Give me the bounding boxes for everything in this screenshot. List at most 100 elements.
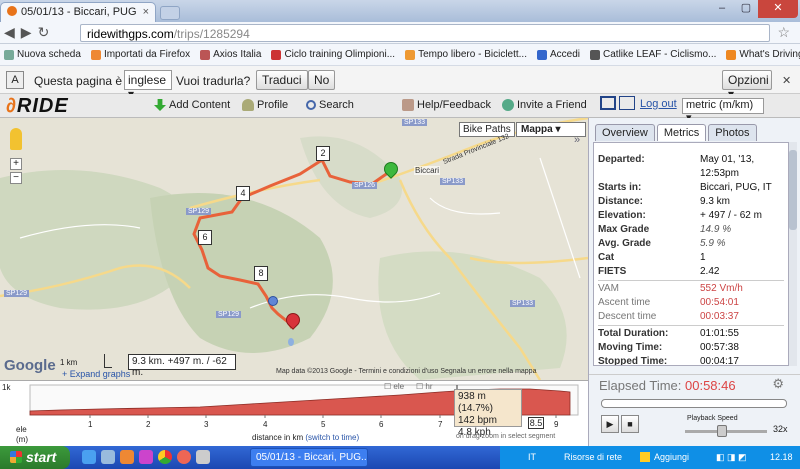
stat-row: Departed: May 01, '13, [598,153,784,167]
ride-logo[interactable]: ∂RIDE [6,95,69,118]
stat-label: Total Duration: [598,328,669,339]
ie-icon[interactable] [82,450,96,464]
tooltip-elevation: 938 m (14.7%) [458,391,494,414]
stats-scrollbar[interactable] [789,142,797,366]
collapse-panel-icon[interactable]: » [574,134,580,146]
favicon-icon [7,6,17,16]
taskbar-window-button[interactable]: 05/01/13 - Biccari, PUG... [250,448,368,467]
bookmark-item[interactable]: Accedi [537,49,580,60]
clock[interactable]: 12.18 [770,452,793,462]
play-button[interactable]: ▶ [601,415,619,433]
app-icon[interactable] [139,450,153,464]
translate-bar: A Questa pagina è in inglese ▾ Vuoi trad… [0,66,800,101]
bookmarks-bar: Nuova scheda Importati da Firefox Axios It… [0,44,800,66]
invite-friend-button[interactable]: Invite a Friend [502,99,587,111]
bookmark-star-icon[interactable]: ☆ [777,24,790,41]
tab-overview[interactable]: Overview [595,124,655,141]
legend-hr[interactable]: ☐ hr [416,382,433,391]
media-icon[interactable] [120,450,134,464]
expand-graphs-link[interactable]: + Expand graphs [62,369,130,379]
metrics-panel: Overview Metrics Photos Departed: May 01,… [588,118,800,446]
bookmark-item[interactable]: Axios Italia [200,49,261,60]
search-label: Search [319,99,354,111]
playback-position-icon [268,296,278,306]
update-icon[interactable] [640,452,650,462]
tab-photos[interactable]: Photos [708,124,757,141]
playback-progress-bar[interactable] [601,399,787,408]
stat-label: Departed: [598,154,645,165]
minimize-button[interactable]: – [710,0,734,18]
drag-hint: on drag zoom in select segment [456,433,556,440]
y-axis-unit: (m) [16,435,28,444]
reload-icon[interactable]: ↻ [38,24,50,41]
language-indicator[interactable]: IT [528,452,536,462]
profile-button[interactable]: Profile [242,99,288,111]
url-input[interactable]: ridewithgps.com/trips/1285294 [80,24,770,42]
stat-label [598,167,700,181]
close-window-button[interactable]: ✕ [758,0,798,18]
invite-label: Invite a Friend [517,99,587,111]
scroll-thumb[interactable] [789,150,797,230]
map-view[interactable]: + − Bike Paths Mappa ▾ » Biccari SP129 S… [0,118,588,380]
logo-text: IDE [32,95,69,117]
waypoint-marker[interactable]: 6 [198,230,212,245]
firefox-icon[interactable] [177,450,191,464]
bookmark-item[interactable]: Tempo libero - Biciclett... [405,49,527,60]
chrome-icon[interactable] [158,450,172,464]
stat-value: May 01, '13, [700,154,755,165]
add-content-button[interactable]: Add Content [154,99,230,111]
back-arrow-icon[interactable]: ◀ [4,24,15,41]
stat-row: Ascent time 00:54:01 [598,296,784,310]
stat-label: Stopped Time: [598,356,668,366]
maximize-button[interactable]: ▢ [734,0,758,18]
monitor-icons[interactable] [600,96,635,110]
bookmark-item[interactable]: Importati da Firefox [90,49,190,60]
waypoint-marker[interactable]: 2 [316,146,330,161]
tab-metrics[interactable]: Metrics [656,124,707,141]
units-value: metric (m/km) [686,99,754,111]
stats-list: Departed: May 01, '13, 12:53pm Starts in: Bi… [593,142,789,366]
app-icon[interactable] [196,450,210,464]
legend-ele[interactable]: ☐ ele [384,382,404,391]
road-label: SP129 [4,290,30,297]
tray-icons[interactable]: ◧ ◨ ◩ [716,452,747,463]
bookmark-item[interactable]: Catlike LEAF - Ciclismo... [590,49,716,60]
gear-icon[interactable]: ⚙ [772,376,784,392]
translate-close-icon[interactable]: ✕ [782,74,791,87]
stat-value: 2.42 [700,266,720,277]
bookmark-item[interactable]: Ciclo training Olimpioni... [271,49,395,60]
new-tab-button[interactable] [160,6,180,20]
elevation-graph[interactable]: 1k ele (m) 1 2 3 4 5 6 7 8 9 ☐ ele ☐ hr … [0,380,588,446]
bookmark-item[interactable]: What's Driving the 65... [726,49,800,60]
window-icon [619,96,635,110]
help-label: Help/Feedback [417,99,491,111]
help-feedback-button[interactable]: Help/Feedback [402,99,491,111]
tab-close-icon[interactable]: × [143,6,149,18]
street-view-pegman-icon[interactable] [10,128,22,150]
road-label: SP133 [402,119,428,126]
logout-link[interactable]: Log out [640,98,677,110]
no-translate-button[interactable]: No [308,70,336,90]
bookmark-item[interactable]: Nuova scheda [4,49,81,60]
language-value: inglese [128,73,167,87]
waypoint-marker[interactable]: 4 [236,186,250,201]
playback-speed-handle[interactable] [717,425,727,437]
switch-to-time-link[interactable]: (switch to time) [305,433,359,442]
forward-arrow-icon[interactable]: ▶ [21,24,32,41]
waypoint-marker[interactable]: 8 [254,266,268,281]
zoom-out-button[interactable]: − [10,172,22,184]
language-select[interactable]: inglese ▾ [124,70,172,101]
network-label[interactable]: Risorse di rete [564,452,622,462]
start-button[interactable]: start [0,446,70,469]
search-button[interactable]: Search [306,99,354,111]
update-label[interactable]: Aggiungi [654,452,689,462]
options-button[interactable]: Opzioni ▾ [722,70,772,101]
browser-tab[interactable]: 05/01/13 - Biccari, PUG × [0,2,156,22]
stat-value: 9.3 km [700,196,731,207]
translate-button[interactable]: Traduci [256,70,308,90]
desktop-icon[interactable] [101,450,115,464]
zoom-in-button[interactable]: + [10,158,22,170]
units-select[interactable]: metric (m/km) ▾ [682,98,764,124]
road-label: SP126 [352,182,378,189]
stop-button[interactable]: ■ [621,415,639,433]
